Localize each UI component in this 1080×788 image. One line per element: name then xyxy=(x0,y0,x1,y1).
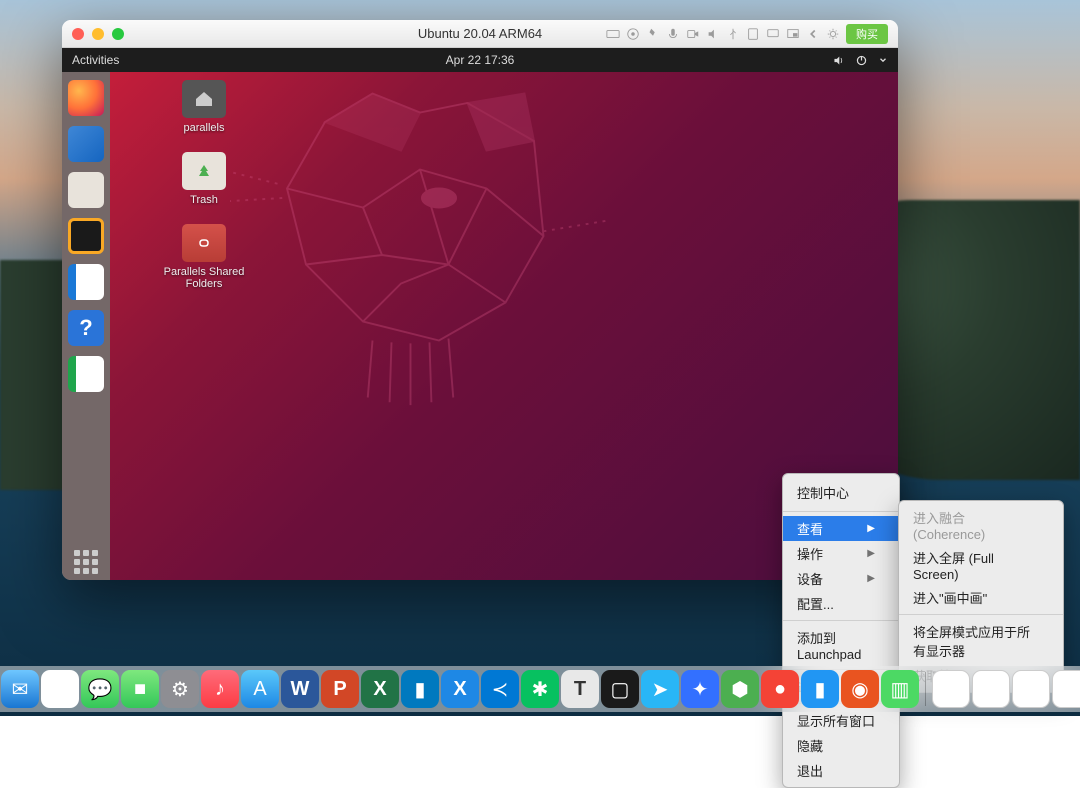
tablet-icon[interactable] xyxy=(746,27,760,41)
back-icon[interactable] xyxy=(806,27,820,41)
sound-icon[interactable] xyxy=(706,27,720,41)
dock-trello[interactable]: ▮ xyxy=(401,670,439,708)
context-menu-view-submenu: 进入融合 (Coherence) 进入全屏 (Full Screen) 进入"画… xyxy=(898,500,1064,693)
ctx-title: 控制中心 xyxy=(783,478,899,507)
ctx-sub-fullscreen[interactable]: 进入全屏 (Full Screen) xyxy=(899,545,1063,585)
disc-icon[interactable] xyxy=(626,27,640,41)
dock-parallels-app[interactable]: ◉ xyxy=(841,670,879,708)
dock-app2[interactable]: ● xyxy=(761,670,799,708)
share-icon[interactable] xyxy=(766,27,780,41)
ctx-item-quit[interactable]: 退出 xyxy=(783,758,899,783)
dock-app3[interactable]: ▮ xyxy=(801,670,839,708)
minimize-button[interactable] xyxy=(92,28,104,40)
gear-icon[interactable] xyxy=(826,27,840,41)
dock-thunderbird[interactable] xyxy=(68,126,104,162)
ubuntu-topbar: Activities Apr 22 17:36 xyxy=(62,48,898,72)
dock-facetime[interactable]: ■ xyxy=(121,670,159,708)
buy-button[interactable]: 购买 xyxy=(846,24,888,44)
ctx-sub-pip[interactable]: 进入"画中画" xyxy=(899,585,1063,610)
dock-rhythmbox[interactable] xyxy=(68,218,104,254)
ubuntu-wallpaper[interactable]: parallels Trash Parallels Shared Folders xyxy=(110,72,898,580)
ctx-item-launchpad[interactable]: 添加到 Launchpad xyxy=(783,625,899,665)
activities-button[interactable]: Activities xyxy=(72,53,119,67)
dock-help[interactable]: ? xyxy=(68,310,104,346)
desktop-icon-parallels[interactable]: parallels xyxy=(168,80,240,134)
dock-vscode[interactable]: ≺ xyxy=(481,670,519,708)
vm-window: Ubuntu 20.04 ARM64 购买 Activities Apr 22 … xyxy=(62,20,898,580)
dock-terminal-t[interactable]: T xyxy=(561,670,599,708)
chevron-right-icon: ▶ xyxy=(867,548,875,559)
pin-icon[interactable] xyxy=(646,27,660,41)
ubuntu-dock: ? xyxy=(62,72,110,580)
window-titlebar[interactable]: Ubuntu 20.04 ARM64 购买 xyxy=(62,20,898,48)
power-icon[interactable] xyxy=(855,54,868,67)
zoom-button[interactable] xyxy=(112,28,124,40)
dock-app1[interactable]: ⬢ xyxy=(721,670,759,708)
dock-doc2[interactable] xyxy=(972,670,1010,708)
dock-iterm[interactable]: ▢ xyxy=(601,670,639,708)
ctx-item-hide[interactable]: 隐藏 xyxy=(783,733,899,758)
close-button[interactable] xyxy=(72,28,84,40)
dock-lark[interactable]: ✦ xyxy=(681,670,719,708)
recycle-icon xyxy=(195,162,213,180)
ctx-sub-allmonitors[interactable]: 将全屏模式应用于所有显示器 xyxy=(899,619,1063,663)
ctx-item-devices[interactable]: 设备▶ xyxy=(783,566,899,591)
chevron-down-icon[interactable] xyxy=(878,55,888,65)
chevron-right-icon: ▶ xyxy=(867,523,875,534)
fossa-art xyxy=(230,74,610,474)
dock-powerpoint[interactable]: P xyxy=(321,670,359,708)
ctx-item-configure[interactable]: 配置... xyxy=(783,591,899,616)
dock-doc3[interactable] xyxy=(1012,670,1050,708)
dock-word[interactable]: W xyxy=(281,670,319,708)
usb-icon[interactable] xyxy=(726,27,740,41)
chevron-right-icon: ▶ xyxy=(867,573,875,584)
kb-icon[interactable] xyxy=(606,27,620,41)
dock-settings[interactable]: ⚙ xyxy=(161,670,199,708)
window-title: Ubuntu 20.04 ARM64 xyxy=(418,26,542,41)
traffic-lights xyxy=(72,28,124,40)
desktop-icon-shared[interactable]: Parallels Shared Folders xyxy=(156,224,252,290)
dock-music[interactable]: ♪ xyxy=(201,670,239,708)
dock-appstore[interactable]: A xyxy=(241,670,279,708)
context-menu-main: 控制中心 查看▶ 操作▶ 设备▶ 配置... 添加到 Launchpad 选项▶… xyxy=(782,473,900,788)
pip-icon[interactable] xyxy=(786,27,800,41)
dock-wechat[interactable]: ✱ xyxy=(521,670,559,708)
cam-icon[interactable] xyxy=(686,27,700,41)
ubuntu-desktop: ? xyxy=(62,72,898,580)
clock[interactable]: Apr 22 17:36 xyxy=(446,53,515,67)
ctx-item-actions[interactable]: 操作▶ xyxy=(783,541,899,566)
dock-doc1[interactable] xyxy=(932,670,970,708)
dock-photos[interactable]: ❀ xyxy=(41,670,79,708)
dock-firefox[interactable] xyxy=(68,80,104,116)
show-apps-button[interactable] xyxy=(68,544,104,580)
dock-files[interactable] xyxy=(68,172,104,208)
dock-calc[interactable] xyxy=(68,356,104,392)
desktop-label: Parallels Shared Folders xyxy=(156,266,252,290)
volume-icon[interactable] xyxy=(832,54,845,67)
dock-writer[interactable] xyxy=(68,264,104,300)
desktop-label: Trash xyxy=(168,194,240,206)
dock-doc4[interactable] xyxy=(1052,670,1080,708)
dock-excel[interactable]: X xyxy=(361,670,399,708)
mic-icon[interactable] xyxy=(666,27,680,41)
ctx-item-view[interactable]: 查看▶ xyxy=(783,516,899,541)
ctx-sub-coherence: 进入融合 (Coherence) xyxy=(899,505,1063,545)
desktop-icon-trash[interactable]: Trash xyxy=(168,152,240,206)
dock-telegram[interactable]: ➤ xyxy=(641,670,679,708)
dock-app4[interactable]: ▥ xyxy=(881,670,919,708)
desktop-label: parallels xyxy=(168,122,240,134)
dock-messages[interactable]: 💬 xyxy=(81,670,119,708)
home-icon xyxy=(194,90,214,108)
dock-mail[interactable]: ✉ xyxy=(1,670,39,708)
macos-dock: ☻ 22 ✦ ✉ ❀ 💬 ■ ⚙ ♪ A W P X ▮ X ≺ ✱ T ▢ ➤… xyxy=(0,666,1080,712)
dock-app-x[interactable]: X xyxy=(441,670,479,708)
link-icon xyxy=(196,236,212,250)
